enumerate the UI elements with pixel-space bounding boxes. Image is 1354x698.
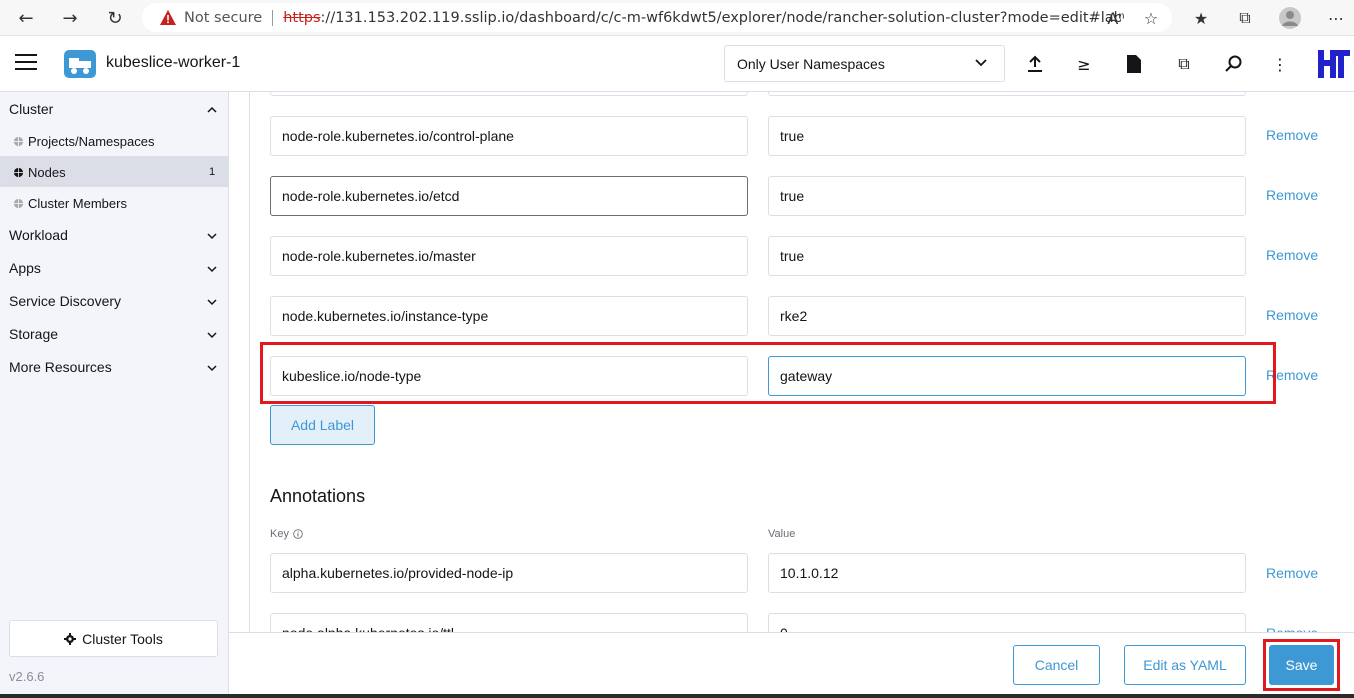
chevron-down-icon: [974, 55, 988, 72]
chevron-up-icon: [207, 106, 217, 113]
sidebar-item-label: Nodes: [28, 165, 66, 180]
url-text: ://131.153.202.119.sslip.io/dashboard/c/…: [320, 9, 1121, 26]
edit-as-yaml-button[interactable]: Edit as YAML: [1124, 645, 1246, 685]
cancel-button[interactable]: Cancel: [1013, 645, 1100, 685]
label-value-input[interactable]: rke2: [768, 296, 1246, 336]
sidebar: Cluster Projects/Namespaces Nodes 1 Clus…: [0, 92, 229, 698]
import-yaml-icon[interactable]: [1024, 53, 1046, 75]
annotation-value-input[interactable]: 0: [768, 613, 1246, 632]
label-key-input[interactable]: node-role.kubernetes.io/control-plane: [270, 116, 748, 156]
label-value-input[interactable]: true: [768, 176, 1246, 216]
kubectl-shell-icon[interactable]: ≥: [1073, 53, 1095, 75]
profile-avatar-icon[interactable]: [1278, 6, 1302, 30]
sidebar-group-apps[interactable]: Apps: [9, 260, 41, 276]
globe-icon: [13, 167, 24, 178]
cluster-name: kubeslice-worker-1: [106, 54, 241, 71]
globe-icon: [13, 198, 24, 209]
back-icon[interactable]: ←: [12, 4, 40, 32]
chevron-down-icon: [207, 365, 217, 372]
chevron-down-icon: [207, 299, 217, 306]
collections-icon[interactable]: ⧉: [1233, 6, 1257, 30]
remove-label-link[interactable]: Remove: [1266, 247, 1318, 263]
nodes-count-badge: 1: [209, 166, 216, 178]
chevron-down-icon: [207, 332, 217, 339]
info-icon[interactable]: [293, 529, 303, 539]
cluster-tools-label: Cluster Tools: [82, 630, 163, 647]
sidebar-group-service-discovery[interactable]: Service Discovery: [9, 293, 121, 309]
sidebar-item-label: Cluster Members: [28, 196, 127, 211]
sidebar-item-projects-namespaces[interactable]: Projects/Namespaces: [13, 134, 154, 149]
favorites-icon[interactable]: ★: [1189, 6, 1213, 30]
app-header: kubeslice-worker-1 Only User Namespaces …: [0, 36, 1354, 92]
remove-annotation-link[interactable]: Remove: [1266, 565, 1318, 581]
annotation-key-input[interactable]: node.alpha.kubernetes.io/ttl: [270, 613, 748, 632]
remove-label-link[interactable]: Remove: [1266, 307, 1318, 323]
add-label-button[interactable]: Add Label: [270, 405, 375, 445]
brand-logo-icon: [1314, 46, 1352, 82]
browser-menu-icon[interactable]: ⋯: [1324, 6, 1348, 30]
sidebar-item-nodes[interactable]: Nodes: [13, 165, 66, 180]
annotations-heading: Annotations: [270, 486, 366, 506]
address-bar[interactable]: Not secure https ://131.153.202.119.ssli…: [142, 3, 1172, 32]
taskbar-strip: [0, 694, 1354, 698]
main-content: node-role.kubernetes.io/control-plane tr…: [229, 92, 1354, 632]
sidebar-group-cluster[interactable]: Cluster: [9, 101, 53, 117]
label-value-input[interactable]: [768, 92, 1246, 96]
reload-icon[interactable]: ↻: [101, 4, 129, 32]
sidebar-item-cluster-members[interactable]: Cluster Members: [13, 196, 127, 211]
sidebar-group-storage[interactable]: Storage: [9, 326, 58, 342]
namespace-filter-select[interactable]: Only User Namespaces: [724, 45, 1005, 82]
highlight-box: [260, 342, 1276, 404]
label-value-input[interactable]: true: [768, 236, 1246, 276]
save-button[interactable]: Save: [1269, 645, 1334, 685]
warning-icon: [160, 10, 176, 26]
chevron-down-icon: [207, 266, 217, 273]
remove-label-link[interactable]: Remove: [1266, 187, 1318, 203]
annotation-value-input[interactable]: 10.1.0.12: [768, 553, 1246, 593]
key-header-label: Key: [270, 528, 289, 540]
form-footer: Cancel Edit as YAML Save: [229, 632, 1354, 698]
globe-icon: [13, 136, 24, 147]
label-key-input[interactable]: node-role.kubernetes.io/master: [270, 236, 748, 276]
label-key-input[interactable]: node.kubernetes.io/instance-type: [270, 296, 748, 336]
browser-toolbar: ← → ↻ Not secure https ://131.153.202.11…: [0, 0, 1354, 36]
forward-icon[interactable]: →: [56, 4, 84, 32]
divider: [249, 92, 250, 632]
version-label: v2.6.6: [9, 669, 45, 684]
annotation-key-input[interactable]: alpha.kubernetes.io/provided-node-ip: [270, 553, 748, 593]
label-value-input[interactable]: true: [768, 116, 1246, 156]
kubeconfig-download-icon[interactable]: [1123, 53, 1145, 75]
add-favorite-icon[interactable]: ☆: [1139, 6, 1163, 30]
search-icon[interactable]: [1223, 53, 1245, 75]
sidebar-item-label: Projects/Namespaces: [28, 134, 155, 149]
label-key-input[interactable]: [270, 92, 748, 96]
menu-icon[interactable]: [15, 54, 37, 74]
copy-kubeconfig-icon[interactable]: ⧉: [1173, 53, 1195, 75]
read-aloud-icon[interactable]: Aⁿ: [1104, 6, 1128, 30]
sidebar-group-workload[interactable]: Workload: [9, 227, 68, 243]
label-key-input[interactable]: node-role.kubernetes.io/etcd: [270, 176, 748, 216]
remove-annotation-link[interactable]: Remove: [1266, 625, 1318, 632]
divider: [272, 9, 274, 26]
annotations-key-header: Key: [270, 528, 303, 540]
gear-icon: [64, 632, 77, 645]
sidebar-group-more-resources[interactable]: More Resources: [9, 359, 112, 375]
cluster-logo-icon: [64, 50, 96, 78]
not-secure-label: Not secure: [184, 9, 263, 26]
namespace-filter-value: Only User Namespaces: [737, 55, 885, 72]
chevron-down-icon: [207, 233, 217, 240]
remove-label-link[interactable]: Remove: [1266, 127, 1318, 143]
cluster-tools-button[interactable]: Cluster Tools: [9, 620, 218, 657]
url-scheme: https: [283, 9, 321, 26]
more-options-icon[interactable]: ⋮: [1269, 53, 1291, 75]
annotations-value-header: Value: [768, 528, 796, 540]
